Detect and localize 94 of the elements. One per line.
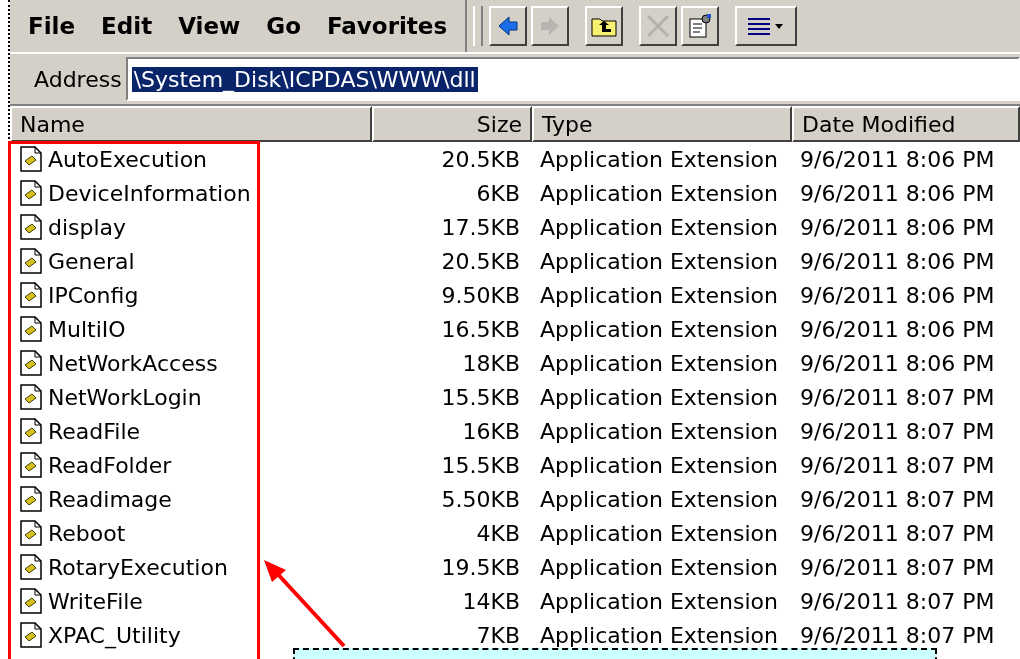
file-name[interactable]: IPConfig — [48, 282, 139, 308]
left-arrow-icon — [496, 14, 521, 38]
menu-item[interactable]: Edit — [101, 13, 153, 39]
up-folder-button[interactable] — [585, 6, 624, 46]
file-date: 9/6/2011 8:07 PM — [799, 384, 996, 410]
file-date: 9/6/2011 8:07 PM — [799, 418, 996, 444]
file-name[interactable]: NetWorkAccess — [48, 350, 218, 376]
file-size: 15.5KB — [440, 384, 521, 410]
file-date: 9/6/2011 8:06 PM — [799, 146, 996, 172]
file-size: 20.5KB — [440, 146, 521, 172]
file-icon — [20, 350, 42, 376]
file-type: Application Extension — [539, 418, 779, 444]
file-icon — [20, 452, 42, 478]
properties-icon — [687, 13, 714, 39]
column-header[interactable]: Date Modified — [792, 106, 1020, 142]
file-name[interactable]: General — [48, 248, 135, 274]
file-size: 16.5KB — [440, 316, 521, 342]
file-date: 9/6/2011 8:06 PM — [799, 282, 996, 308]
file-size: 20.5KB — [440, 248, 521, 274]
file-icon — [20, 180, 42, 206]
menu-item[interactable]: Go — [266, 13, 301, 39]
file-name[interactable]: RotaryExecution — [48, 554, 228, 580]
file-date: 9/6/2011 8:06 PM — [799, 214, 996, 240]
file-date: 9/6/2011 8:06 PM — [799, 316, 996, 342]
file-type: Application Extension — [539, 384, 779, 410]
file-date: 9/6/2011 8:06 PM — [799, 180, 996, 206]
address-label: Address — [33, 66, 123, 92]
column-header[interactable]: Type — [532, 106, 792, 142]
file-size: 5.50KB — [440, 486, 521, 512]
file-name[interactable]: ReadFolder — [48, 452, 172, 478]
file-size: 17.5KB — [440, 214, 521, 240]
file-date: 9/6/2011 8:06 PM — [799, 248, 996, 274]
properties-button[interactable] — [681, 6, 720, 46]
file-size: 14KB — [461, 588, 521, 614]
file-icon — [20, 622, 42, 648]
file-icon — [20, 248, 42, 274]
column-header[interactable]: Name — [10, 106, 372, 142]
file-date: 9/6/2011 8:07 PM — [799, 554, 996, 580]
menu-item[interactable]: File — [28, 13, 76, 39]
file-type: Application Extension — [539, 622, 779, 648]
file-type: Application Extension — [539, 588, 779, 614]
views-button[interactable] — [735, 6, 798, 46]
file-date: 9/6/2011 8:07 PM — [799, 452, 996, 478]
delete-icon — [645, 13, 672, 39]
file-type: Application Extension — [539, 180, 779, 206]
back-button[interactable] — [489, 6, 528, 46]
file-name[interactable]: Reboot — [48, 520, 126, 546]
file-date: 9/6/2011 8:07 PM — [799, 520, 996, 546]
file-name[interactable]: DeviceInformation — [48, 180, 251, 206]
file-icon — [20, 214, 42, 240]
file-type: Application Extension — [539, 282, 779, 308]
file-type: Application Extension — [539, 248, 779, 274]
file-icon — [20, 588, 42, 614]
file-name[interactable]: display — [48, 214, 127, 240]
file-icon — [20, 316, 42, 342]
file-type: Application Extension — [539, 316, 779, 342]
file-type: Application Extension — [539, 520, 779, 546]
file-date: 9/6/2011 8:07 PM — [799, 622, 996, 648]
file-type: Application Extension — [539, 452, 779, 478]
file-date: 9/6/2011 8:06 PM — [799, 350, 996, 376]
file-type: Application Extension — [539, 214, 779, 240]
file-size: 4KB — [475, 520, 521, 546]
menu-item[interactable]: Favorites — [326, 13, 448, 39]
file-name[interactable]: Readimage — [48, 486, 172, 512]
file-icon — [20, 486, 42, 512]
file-type: Application Extension — [539, 486, 779, 512]
menu-item[interactable]: View — [178, 13, 241, 39]
file-type: Application Extension — [539, 350, 779, 376]
toolbar-grip[interactable] — [473, 6, 484, 46]
file-icon — [20, 384, 42, 410]
address-field[interactable]: \System_Disk\ICPDAS\WWW\dll — [125, 57, 1020, 101]
file-name[interactable]: AutoExecution — [48, 146, 208, 172]
file-size: 18KB — [461, 350, 521, 376]
file-type: Application Extension — [539, 146, 779, 172]
file-name[interactable]: NetWorkLogin — [48, 384, 202, 410]
file-type: Application Extension — [539, 554, 779, 580]
file-name[interactable]: ReadFile — [48, 418, 141, 444]
file-size: 15.5KB — [440, 452, 521, 478]
file-icon — [20, 146, 42, 172]
file-size: 7KB — [475, 622, 521, 648]
file-icon — [20, 282, 42, 308]
file-icon — [20, 418, 42, 444]
file-name[interactable]: MultiIO — [48, 316, 126, 342]
file-size: 19.5KB — [440, 554, 521, 580]
file-name[interactable]: WriteFile — [48, 588, 143, 614]
file-icon — [20, 520, 42, 546]
column-header[interactable]: Size — [372, 106, 532, 142]
file-date: 9/6/2011 8:07 PM — [799, 588, 996, 614]
file-size: 9.50KB — [440, 282, 521, 308]
file-icon — [20, 554, 42, 580]
file-size: 16KB — [461, 418, 521, 444]
file-name[interactable]: XPAC_Utility — [48, 622, 181, 648]
file-date: 9/6/2011 8:07 PM — [799, 486, 996, 512]
file-size: 6KB — [475, 180, 521, 206]
